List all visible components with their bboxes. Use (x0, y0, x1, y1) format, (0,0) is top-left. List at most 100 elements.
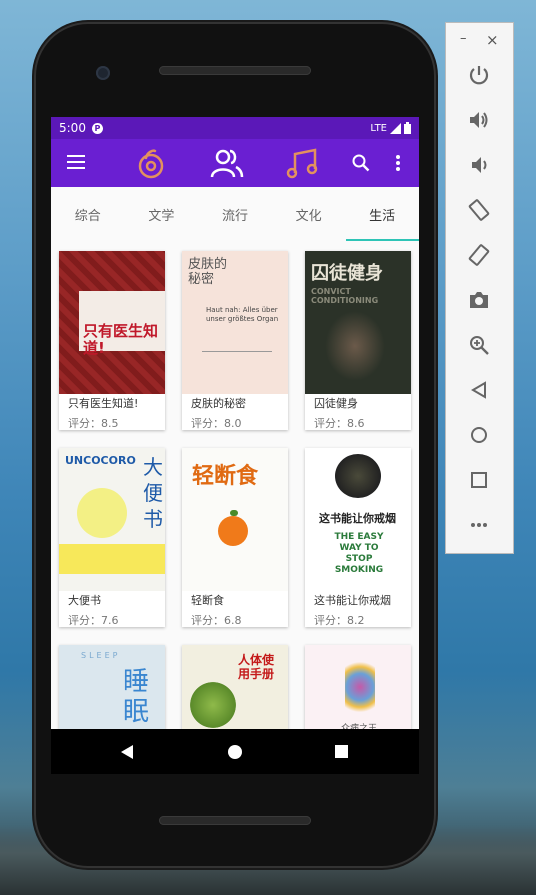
cover-title: 大便书 (143, 455, 163, 531)
cover-title: 囚徒健身 (311, 263, 383, 284)
search-icon[interactable] (352, 154, 370, 172)
volume-down-icon (472, 157, 487, 173)
book-cover: 轻断食 (182, 448, 288, 591)
music-note-icon[interactable] (285, 147, 319, 179)
back-button[interactable] (463, 374, 495, 406)
more-button[interactable] (463, 509, 495, 541)
cover-title: 只有医生知道! (83, 322, 159, 357)
tab-label: 文化 (295, 208, 322, 224)
home-button[interactable] (463, 419, 495, 451)
notification-icon: P (91, 122, 103, 134)
book-card[interactable]: UNCOCORO 大便书 大便书 评分：7.6 (59, 448, 165, 627)
minimize-button[interactable]: – (460, 31, 467, 46)
book-rating: 评分：8.2 (314, 614, 365, 627)
status-bar: 5:00 P LTE (51, 117, 419, 139)
cover-title: 轻断食 (192, 464, 259, 489)
book-rating: 评分：7.6 (68, 614, 119, 627)
book-rating: 评分：8.5 (68, 417, 119, 430)
camera-icon (470, 292, 488, 308)
book-card[interactable]: 囚徒健身 CONVICT CONDITIONING 囚徒健身 评分：8.6 (305, 251, 411, 430)
music-circle-icon[interactable] (135, 147, 167, 179)
book-cover: 囚徒健身 CONVICT CONDITIONING (305, 251, 411, 394)
cover-subtitle: Haut nah: Alles über unser größtes Organ (206, 306, 279, 323)
cover-title: 皮肤的秘密 (188, 257, 228, 287)
menu-icon[interactable] (67, 154, 85, 170)
tab-label: 生活 (369, 208, 396, 224)
tab-literature[interactable]: 文学 (125, 187, 199, 241)
book-cover: 人体使用手册 (182, 645, 288, 729)
book-card[interactable]: SLEEP 睡眠 (59, 645, 165, 729)
top-speaker (159, 66, 311, 75)
device-screen: 5:00 P LTE 综合 文学 流行 文化 生活 只有医生知道! 只有医生知道… (51, 117, 419, 729)
nav-recents-icon[interactable] (335, 745, 348, 758)
screenshot-button[interactable] (463, 284, 495, 316)
book-card[interactable]: 众病之王 (305, 645, 411, 729)
tab-popular[interactable]: 流行 (198, 187, 272, 241)
back-icon (471, 381, 486, 399)
nav-back-icon[interactable] (119, 744, 135, 760)
more-horiz-icon (471, 523, 487, 527)
book-title: 大便书 (68, 594, 101, 607)
tab-life[interactable]: 生活 (345, 187, 419, 241)
cover-subtitle: SLEEP (81, 651, 121, 660)
cover-subtitle: UNCOCORO (65, 454, 136, 467)
overview-button[interactable] (463, 464, 495, 496)
phone-frame: 5:00 P LTE 综合 文学 流行 文化 生活 只有医生知道! 只有医生知道… (34, 22, 436, 868)
book-title: 皮肤的秘密 (191, 397, 246, 410)
book-title: 这书能让你戒烟 (314, 594, 391, 607)
front-camera (96, 66, 110, 80)
people-icon[interactable] (209, 147, 245, 179)
system-nav-bar (51, 729, 419, 774)
book-rating: 评分：8.6 (314, 417, 365, 430)
book-cover: 皮肤的秘密 Haut nah: Alles über unser größtes… (182, 251, 288, 394)
book-title: 只有医生知道! (68, 397, 139, 410)
volume-down-button[interactable] (463, 149, 495, 181)
book-cover: 众病之王 (305, 645, 411, 729)
category-tabs: 综合 文学 流行 文化 生活 (51, 187, 419, 241)
volume-up-icon (470, 112, 488, 128)
signal-icon (390, 122, 401, 134)
book-cover: 这书能让你戒烟 THE EASY WAY TO STOP SMOKING (305, 448, 411, 591)
book-card[interactable]: 这书能让你戒烟 THE EASY WAY TO STOP SMOKING 这书能… (305, 448, 411, 627)
tab-label: 综合 (74, 208, 101, 224)
app-toolbar (51, 139, 419, 187)
nav-home-icon[interactable] (228, 745, 242, 759)
zoom-in-icon (470, 336, 489, 355)
cover-title: 这书能让你戒烟 (319, 512, 396, 525)
cover-title: 睡眠 (123, 667, 150, 727)
rotate-right-button[interactable] (463, 239, 495, 271)
tab-general[interactable]: 综合 (51, 187, 125, 241)
bottom-speaker (159, 816, 311, 825)
book-title: 囚徒健身 (314, 397, 358, 410)
tab-indicator (346, 239, 419, 241)
power-icon (469, 66, 489, 85)
power-button[interactable] (463, 59, 495, 91)
book-title: 轻断食 (191, 594, 224, 607)
rotate-left-icon (468, 199, 490, 221)
book-rating: 评分：8.0 (191, 417, 242, 430)
status-time: 5:00 (59, 121, 86, 135)
more-vert-icon[interactable] (395, 154, 401, 172)
volume-up-button[interactable] (463, 104, 495, 136)
book-cover: SLEEP 睡眠 (59, 645, 165, 729)
cover-title: 众病之王 (341, 724, 378, 729)
cover-subtitle: CONVICT CONDITIONING (311, 287, 379, 305)
overview-icon (471, 472, 487, 488)
tab-culture[interactable]: 文化 (272, 187, 346, 241)
cover-title: 人体使用手册 (238, 653, 275, 681)
book-card[interactable]: 只有医生知道! 只有医生知道! 评分：8.5 (59, 251, 165, 430)
network-label: LTE (370, 122, 387, 134)
tab-label: 流行 (221, 208, 248, 224)
book-card[interactable]: 皮肤的秘密 Haut nah: Alles über unser größtes… (182, 251, 288, 430)
tab-label: 文学 (148, 208, 175, 224)
close-button[interactable]: × (486, 31, 499, 49)
zoom-button[interactable] (463, 329, 495, 361)
book-card[interactable]: 人体使用手册 (182, 645, 288, 729)
cover-subtitle: THE EASY WAY TO STOP SMOKING (334, 532, 384, 575)
book-cover: UNCOCORO 大便书 (59, 448, 165, 591)
rotate-right-icon (468, 244, 490, 266)
book-card[interactable]: 轻断食 轻断食 评分：6.8 (182, 448, 288, 627)
emulator-toolbar: – × (445, 22, 514, 554)
rotate-left-button[interactable] (463, 194, 495, 226)
book-cover: 只有医生知道! (59, 251, 165, 394)
